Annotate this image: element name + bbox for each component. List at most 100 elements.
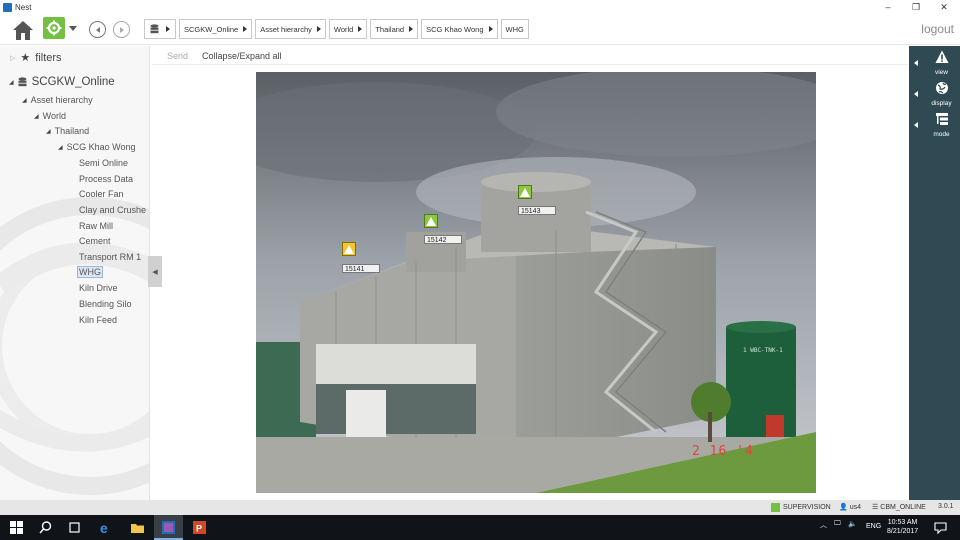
tree-node-site[interactable]: ◢ SCG Khao Wong <box>58 142 136 152</box>
tree-leaf-process-data[interactable]: Process Data <box>79 174 133 184</box>
breadcrumb-item[interactable]: World <box>328 19 368 39</box>
asset-menu-button[interactable] <box>43 17 65 39</box>
globe-icon <box>936 82 948 94</box>
home-icon[interactable] <box>11 19 35 41</box>
tree-node-world[interactable]: ◢ World <box>34 111 66 121</box>
toolbar: SCGKW_Online Asset hierarchy World Thail… <box>0 14 960 45</box>
status-bar: SUPERVISION 👤 us4 ☰ CBM_ONLINE 3.0.1 <box>0 500 960 515</box>
breadcrumb-database[interactable] <box>144 19 176 39</box>
chevron-left-icon <box>914 122 918 128</box>
chevron-down-icon[interactable] <box>69 26 77 31</box>
photo-date-stamp: 2 16 '4 <box>692 444 754 459</box>
breadcrumb-item[interactable]: SCGKW_Online <box>179 19 253 39</box>
close-button[interactable]: ✕ <box>930 0 958 14</box>
breadcrumb-arrow-icon <box>409 26 414 32</box>
database-icon <box>150 24 159 34</box>
status-user: 👤 us4 <box>839 503 862 512</box>
expanded-icon: ◢ <box>46 128 51 135</box>
alarm-marker-15143[interactable] <box>518 185 532 199</box>
cooling-tower-photo <box>256 72 816 493</box>
marker-label: 15142 Coc <box>424 235 462 244</box>
alarm-marker-15142[interactable] <box>424 214 438 228</box>
expanded-icon: ◢ <box>34 113 39 120</box>
sidebar: ▷ ★ filters ◢ SCGKW_Online ◢ Asset hierar… <box>0 46 150 500</box>
network-icon[interactable]: 🖵 <box>834 520 841 528</box>
search-icon[interactable] <box>38 520 53 535</box>
right-panel: view display mode <box>909 46 960 500</box>
forward-button[interactable] <box>113 21 130 38</box>
marker-label: 15141 Coc <box>342 264 380 273</box>
asset-photo: 1 WBC-TNK-1 2 16 '4 15141 Coc 15142 Coc … <box>256 72 816 493</box>
chevron-left-icon <box>914 91 918 97</box>
folder-icon[interactable] <box>130 520 145 535</box>
tree-icon <box>936 113 948 125</box>
tree-leaf-transport-rm1[interactable]: Transport RM 1 <box>79 252 141 262</box>
breadcrumb-arrow-icon <box>358 26 363 32</box>
language-indicator[interactable]: ENG <box>866 523 881 530</box>
breadcrumb-arrow-icon <box>488 26 493 32</box>
tree-leaf-cooler-fan[interactable]: Cooler Fan <box>79 189 124 199</box>
tree-leaf-blending-silo[interactable]: Blending Silo <box>79 299 132 309</box>
status-version: 3.0.1 <box>938 503 954 510</box>
tree-leaf-raw-mill[interactable]: Raw Mill <box>79 221 113 231</box>
tank-label: 1 WBC-TNK-1 <box>743 347 783 354</box>
logout-link[interactable]: logout <box>921 22 954 36</box>
breadcrumb-item[interactable]: SCG Khao Wong <box>421 19 498 39</box>
expanded-icon: ◢ <box>58 144 63 151</box>
edge-browser-icon[interactable]: e <box>99 520 114 535</box>
nest-app-icon <box>162 521 175 534</box>
volume-icon[interactable]: 🔈 <box>848 520 857 528</box>
alarm-marker-15141[interactable] <box>342 242 356 256</box>
breadcrumb-item[interactable]: Asset hierarchy <box>255 19 326 39</box>
tree-node-thailand[interactable]: ◢ Thailand <box>46 126 89 136</box>
restore-button[interactable]: ❐ <box>902 0 930 14</box>
gear-icon <box>46 20 62 36</box>
expanded-icon: ◢ <box>22 97 27 104</box>
expanded-icon: ◢ <box>9 79 14 86</box>
app-icon <box>3 2 12 12</box>
gear-icon <box>771 503 780 512</box>
notifications-icon[interactable] <box>933 520 948 535</box>
star-icon: ★ <box>20 52 31 64</box>
tree-leaf-whg[interactable]: WHG <box>77 266 103 278</box>
mode-menu-button[interactable]: mode <box>909 110 960 142</box>
send-button[interactable]: Send <box>167 51 188 61</box>
breadcrumb-item[interactable]: Thailand <box>370 19 419 39</box>
tree-leaf-cement[interactable]: Cement <box>79 236 111 246</box>
tree-leaf-kiln-drive[interactable]: Kiln Drive <box>79 283 118 293</box>
view-menu-button[interactable]: view <box>909 48 960 80</box>
tree-leaf-clay-crusher[interactable]: Clay and Crushe <box>79 205 146 215</box>
minimize-button[interactable]: – <box>874 0 902 14</box>
clock[interactable]: 10:53 AM 8/21/2017 <box>887 518 918 536</box>
chevron-left-icon: ◀ <box>152 268 158 276</box>
tree-leaf-semi-online[interactable]: Semi Online <box>79 158 128 168</box>
database-icon <box>18 77 27 87</box>
chevron-up-icon[interactable]: ︿ <box>820 520 827 530</box>
arrow-right-icon <box>119 26 124 33</box>
warning-icon <box>344 244 354 254</box>
marker-label: 15143 Coc <box>518 206 556 215</box>
tree-leaf-kiln-feed[interactable]: Kiln Feed <box>79 315 117 325</box>
user-icon: 👤 <box>839 504 848 511</box>
chevron-right-icon: ▷ <box>10 54 16 62</box>
display-menu-button[interactable]: display <box>909 79 960 111</box>
status-mode: SUPERVISION <box>771 503 831 512</box>
warning-icon <box>426 216 436 226</box>
breadcrumb-arrow-icon <box>316 26 321 32</box>
breadcrumb-item[interactable]: WHG <box>500 19 529 39</box>
tree-root[interactable]: ◢ SCGKW_Online <box>9 76 115 88</box>
watermark-logo <box>0 197 149 495</box>
powerpoint-icon[interactable]: P <box>192 520 207 535</box>
status-database: ☰ CBM_ONLINE <box>872 503 926 512</box>
collapse-expand-button[interactable]: Collapse/Expand all <box>202 51 282 61</box>
taskbar-nest-app[interactable] <box>154 515 183 540</box>
task-view-icon[interactable] <box>67 520 82 535</box>
collapse-sidebar-button[interactable]: ◀ <box>148 256 162 287</box>
chevron-left-icon <box>914 60 918 66</box>
breadcrumb-arrow-icon <box>243 26 248 32</box>
back-button[interactable] <box>89 21 106 38</box>
filters-toggle[interactable]: ▷ ★ filters <box>10 51 62 65</box>
tree-node-asset-hierarchy[interactable]: ◢ Asset hierarchy <box>22 95 93 105</box>
windows-start-icon[interactable] <box>9 520 24 535</box>
warning-icon <box>935 50 949 63</box>
